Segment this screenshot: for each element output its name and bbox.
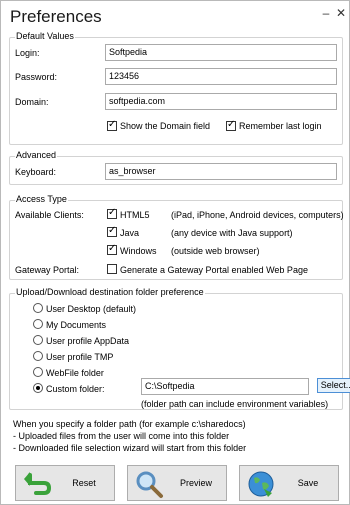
- java-checkbox[interactable]: [107, 225, 117, 237]
- show-domain-label: Show the Domain field: [120, 121, 211, 131]
- radio-webfile-label: WebFile folder: [46, 368, 104, 378]
- reset-button[interactable]: Reset: [15, 465, 115, 501]
- radio-user-desktop[interactable]: [33, 303, 43, 313]
- radio-webfile[interactable]: [33, 367, 43, 377]
- windows-label: Windows: [120, 246, 157, 256]
- preferences-window: Preferences – ✕ Default Values Login: So…: [0, 0, 350, 505]
- env-variables-note: (folder path can include environment var…: [141, 399, 329, 409]
- radio-appdata[interactable]: [33, 335, 43, 345]
- html5-label: HTML5: [120, 210, 150, 220]
- close-button[interactable]: ✕: [334, 7, 348, 19]
- radio-tmp-label: User profile TMP: [46, 352, 114, 362]
- keyboard-field[interactable]: as_browser: [105, 163, 337, 180]
- windows-desc: (outside web browser): [171, 246, 260, 256]
- radio-custom-folder[interactable]: [33, 383, 43, 393]
- html5-desc: (iPad, iPhone, Android devices, computer…: [171, 210, 344, 220]
- available-clients-label: Available Clients:: [15, 210, 84, 220]
- advanced-legend: Advanced: [15, 150, 58, 160]
- gateway-portal-checkbox[interactable]: [107, 264, 117, 274]
- window-title: Preferences: [10, 7, 102, 26]
- login-field[interactable]: Softpedia: [105, 44, 337, 61]
- upload-download-legend: Upload/Download destination folder prefe…: [15, 287, 205, 297]
- globe-icon: [248, 471, 274, 497]
- windows-checkbox[interactable]: [107, 243, 117, 255]
- select-folder-button[interactable]: Select...: [317, 378, 350, 393]
- password-field[interactable]: 123456: [105, 68, 337, 85]
- domain-label: Domain:: [15, 97, 49, 107]
- preview-button[interactable]: Preview: [127, 465, 227, 501]
- save-button[interactable]: Save: [239, 465, 339, 501]
- keyboard-label: Keyboard:: [15, 167, 57, 177]
- gateway-portal-option: Generate a Gateway Portal enabled Web Pa…: [120, 265, 308, 275]
- magnifier-icon: [136, 471, 163, 498]
- access-type-legend: Access Type: [15, 194, 68, 204]
- gateway-portal-label: Gateway Portal:: [15, 265, 80, 275]
- arrow-undo-icon: [24, 472, 52, 495]
- remember-login-label: Remember last login: [239, 121, 322, 131]
- info-line-1: When you specify a folder path (for exam…: [13, 419, 246, 429]
- radio-appdata-label: User profile AppData: [46, 336, 130, 346]
- html5-checkbox[interactable]: [107, 207, 117, 219]
- info-line-2: - Uploaded files from the user will come…: [13, 431, 230, 441]
- show-domain-checkbox[interactable]: [107, 119, 117, 131]
- radio-user-desktop-label: User Desktop (default): [46, 304, 137, 314]
- info-line-3: - Downloaded file selection wizard will …: [13, 443, 247, 453]
- radio-my-documents[interactable]: [33, 319, 43, 329]
- login-label: Login:: [15, 48, 40, 58]
- java-desc: (any device with Java support): [171, 228, 293, 238]
- domain-field[interactable]: softpedia.com: [105, 93, 337, 110]
- minimize-button[interactable]: –: [319, 7, 333, 19]
- radio-my-documents-label: My Documents: [46, 320, 107, 330]
- radio-custom-folder-label: Custom folder:: [46, 384, 105, 394]
- radio-tmp[interactable]: [33, 351, 43, 361]
- custom-folder-field[interactable]: C:\Softpedia: [141, 378, 309, 395]
- remember-login-checkbox[interactable]: [226, 119, 236, 131]
- java-label: Java: [120, 228, 140, 238]
- save-label: Save: [297, 478, 319, 488]
- preview-label: Preview: [179, 478, 212, 488]
- password-label: Password:: [15, 72, 58, 82]
- default-values-legend: Default Values: [15, 31, 75, 41]
- reset-label: Reset: [72, 478, 96, 488]
